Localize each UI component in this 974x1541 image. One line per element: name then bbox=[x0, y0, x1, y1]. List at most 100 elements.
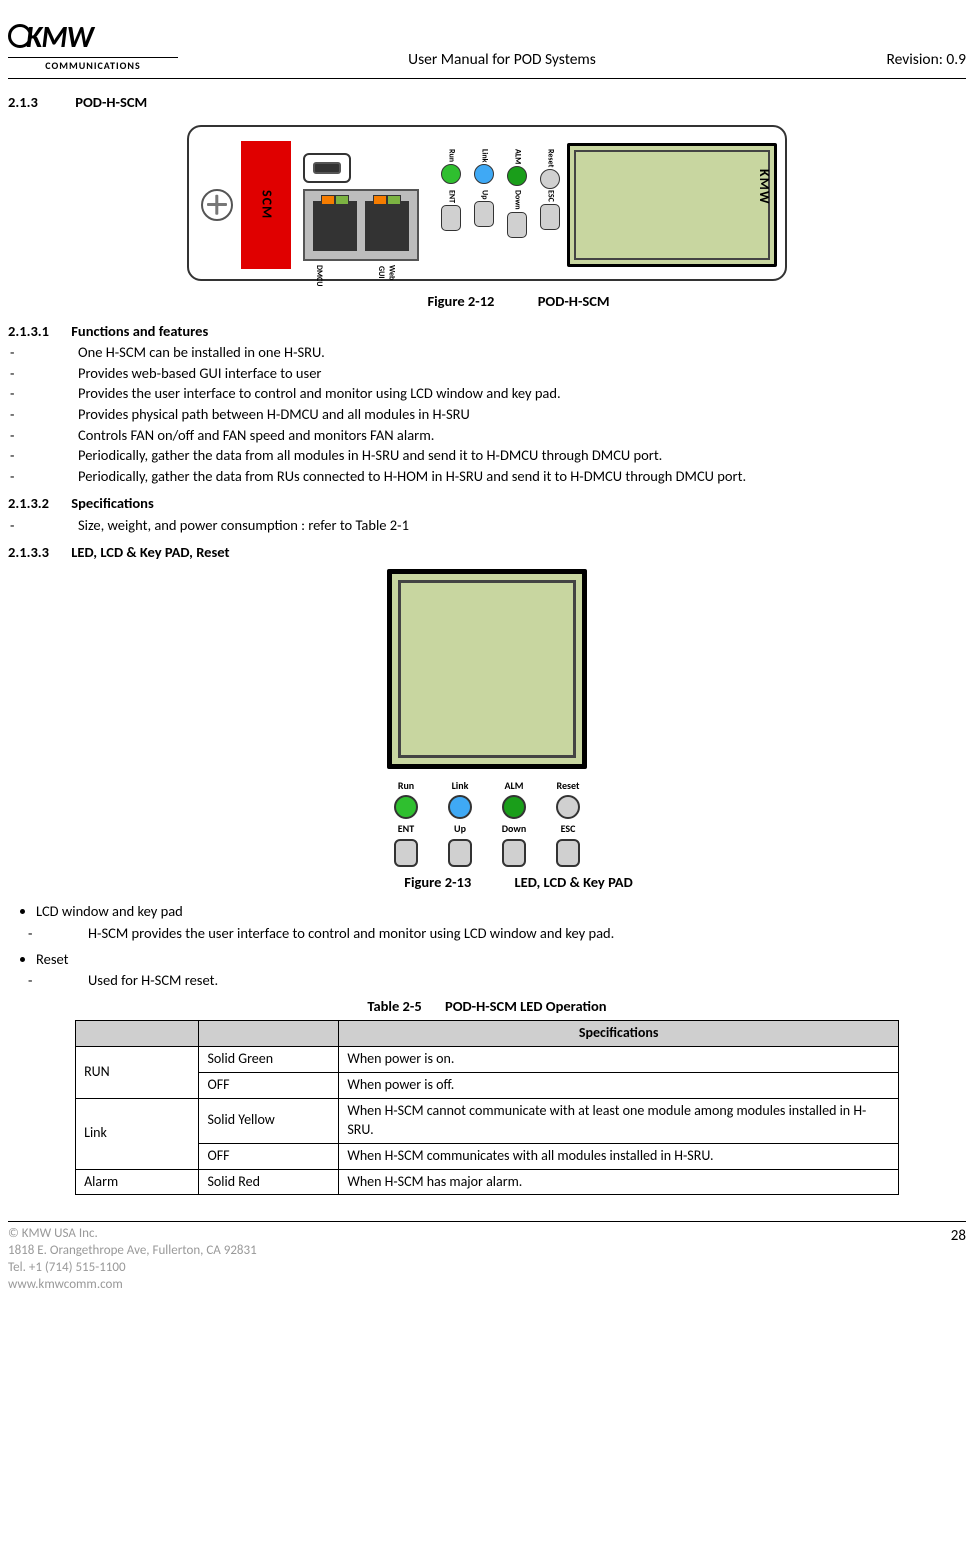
footer-company-info: © KMW USA Inc. 1818 E. Orangethrope Ave,… bbox=[8, 1226, 257, 1294]
table-label: Table 2-5 bbox=[367, 997, 441, 1017]
lcd-screen-icon bbox=[567, 143, 777, 267]
button-icon bbox=[502, 839, 526, 867]
led-run: Run bbox=[437, 149, 465, 189]
table-header-blank bbox=[76, 1021, 199, 1047]
list-item: Size, weight, and power consumption : re… bbox=[44, 516, 966, 536]
table-header-spec: Specifications bbox=[339, 1021, 899, 1047]
figure-label: Figure 2-13 bbox=[341, 873, 511, 893]
led-row: Run ENT Link Up ALM Down Reset ESC bbox=[382, 779, 592, 867]
section-num: 2.1.3 bbox=[8, 93, 72, 113]
cell: When H-SCM cannot communicate with at le… bbox=[339, 1098, 899, 1143]
section-title: Specifications bbox=[71, 494, 153, 512]
figure-label: Figure 2-12 bbox=[364, 292, 534, 312]
list-item: Reset Used for H-SCM reset. bbox=[36, 950, 966, 991]
list-item: Provides web-based GUI interface to user bbox=[44, 364, 966, 384]
list-item: Periodically, gather the data from all m… bbox=[44, 446, 966, 466]
table-row: OFF When H-SCM communicates with all mod… bbox=[76, 1143, 899, 1169]
cell: Alarm bbox=[76, 1169, 199, 1195]
list-item: Provides physical path between H-DMCU an… bbox=[44, 405, 966, 425]
lcd-keypad-illustration: Run ENT Link Up ALM Down Reset ESC bbox=[382, 569, 592, 867]
section-2131: 2.1.3.1 Functions and features bbox=[8, 322, 966, 342]
page-header: KMW COMMUNICATIONS User Manual for POD S… bbox=[8, 18, 966, 72]
led-icon bbox=[474, 164, 494, 184]
section-title: Functions and features bbox=[71, 322, 208, 340]
key-esc: ESC bbox=[536, 190, 564, 238]
cell: When H-SCM communicates with all modules… bbox=[339, 1143, 899, 1169]
section-2132: 2.1.3.2 Specifications bbox=[8, 494, 966, 514]
button-icon bbox=[474, 201, 494, 227]
section-213: 2.1.3 POD-H-SCM bbox=[8, 93, 966, 113]
cell: Link bbox=[76, 1098, 199, 1169]
button-icon bbox=[394, 839, 418, 867]
figure-213: Run ENT Link Up ALM Down Reset ESC bbox=[8, 565, 966, 893]
figure-title: POD-H-SCM bbox=[538, 292, 610, 310]
page-number: 28 bbox=[951, 1226, 966, 1246]
port-label-dmcu: DMCU bbox=[313, 265, 324, 287]
list-item: LCD window and key pad H-SCM provides th… bbox=[36, 902, 966, 943]
led-icon bbox=[502, 795, 526, 819]
header-rule bbox=[8, 78, 966, 79]
table-header-blank bbox=[199, 1021, 339, 1047]
list-item: Periodically, gather the data from RUs c… bbox=[44, 467, 966, 487]
cell: When power is off. bbox=[339, 1073, 899, 1099]
usb-port-icon bbox=[303, 153, 351, 183]
led-icon bbox=[540, 169, 560, 189]
led-alm: ALM Down bbox=[496, 779, 532, 867]
table-row: Link Solid Yellow When H-SCM cannot comm… bbox=[76, 1098, 899, 1143]
cell: RUN bbox=[76, 1047, 199, 1099]
list-item: One H-SCM can be installed in one H-SRU. bbox=[44, 343, 966, 363]
led-link: Link Up bbox=[442, 779, 478, 867]
lcd-bullets: LCD window and key pad H-SCM provides th… bbox=[8, 902, 966, 990]
led-operation-table: Specifications RUN Solid Green When powe… bbox=[75, 1020, 899, 1195]
table-row: OFF When power is off. bbox=[76, 1073, 899, 1099]
list-item: Used for H-SCM reset. bbox=[58, 971, 966, 991]
led-alm: ALM bbox=[503, 149, 531, 189]
cell: When H-SCM has major alarm. bbox=[339, 1169, 899, 1195]
section-2133: 2.1.3.3 LED, LCD & Key PAD, Reset bbox=[8, 543, 966, 563]
section-num: 2.1.3.1 bbox=[8, 322, 68, 342]
led-icon bbox=[394, 795, 418, 819]
ethernet-port-icon bbox=[313, 201, 357, 251]
scm-module-label: SCM bbox=[241, 141, 291, 269]
led-icon bbox=[441, 164, 461, 184]
list-item: H-SCM provides the user interface to con… bbox=[58, 924, 966, 944]
led-icon bbox=[507, 166, 527, 186]
section-num: 2.1.3.3 bbox=[8, 543, 68, 563]
ethernet-port-icon bbox=[365, 201, 409, 251]
led-reset: Reset ESC bbox=[550, 779, 586, 867]
section-title: LED, LCD & Key PAD, Reset bbox=[71, 543, 229, 561]
cell: Solid Red bbox=[199, 1169, 339, 1195]
cell: Solid Green bbox=[199, 1047, 339, 1073]
logo-subtext: COMMUNICATIONS bbox=[8, 57, 178, 73]
feature-list: One H-SCM can be installed in one H-SRU.… bbox=[8, 343, 966, 486]
table-row: RUN Solid Green When power is on. bbox=[76, 1047, 899, 1073]
key-down: Down bbox=[503, 190, 531, 238]
button-icon bbox=[448, 839, 472, 867]
table-caption: Table 2-5 POD-H-SCM LED Operation bbox=[8, 997, 966, 1017]
scm-device-panel: SCM DMCU Web GUI Run Link ALM Reset ENT … bbox=[187, 125, 787, 281]
button-icon bbox=[556, 839, 580, 867]
screw-icon bbox=[201, 189, 233, 221]
cell: When power is on. bbox=[339, 1047, 899, 1073]
page-footer: © KMW USA Inc. 1818 E. Orangethrope Ave,… bbox=[8, 1221, 966, 1294]
table-title: POD-H-SCM LED Operation bbox=[445, 997, 607, 1015]
doc-title: User Manual for POD Systems bbox=[178, 18, 826, 71]
key-up: Up bbox=[470, 190, 498, 238]
cell: OFF bbox=[199, 1143, 339, 1169]
section-num: 2.1.3.2 bbox=[8, 494, 68, 514]
led-icon bbox=[448, 795, 472, 819]
specs-list: Size, weight, and power consumption : re… bbox=[8, 516, 966, 536]
port-label-webgui: Web GUI bbox=[375, 265, 397, 280]
list-item: Provides the user interface to control a… bbox=[44, 384, 966, 404]
button-icon bbox=[507, 212, 527, 238]
key-ent: ENT bbox=[437, 190, 465, 238]
brand-label: KMW bbox=[754, 169, 773, 205]
logo: KMW COMMUNICATIONS bbox=[8, 18, 178, 72]
led-keypad-group: Run Link ALM Reset ENT Up Down ESC bbox=[437, 149, 564, 238]
led-reset: Reset bbox=[536, 149, 564, 189]
button-icon bbox=[441, 205, 461, 231]
lcd-screen-icon bbox=[387, 569, 587, 769]
doc-revision: Revision: 0.9 bbox=[826, 18, 966, 71]
ethernet-ports-icon bbox=[303, 189, 419, 261]
led-run: Run ENT bbox=[388, 779, 424, 867]
